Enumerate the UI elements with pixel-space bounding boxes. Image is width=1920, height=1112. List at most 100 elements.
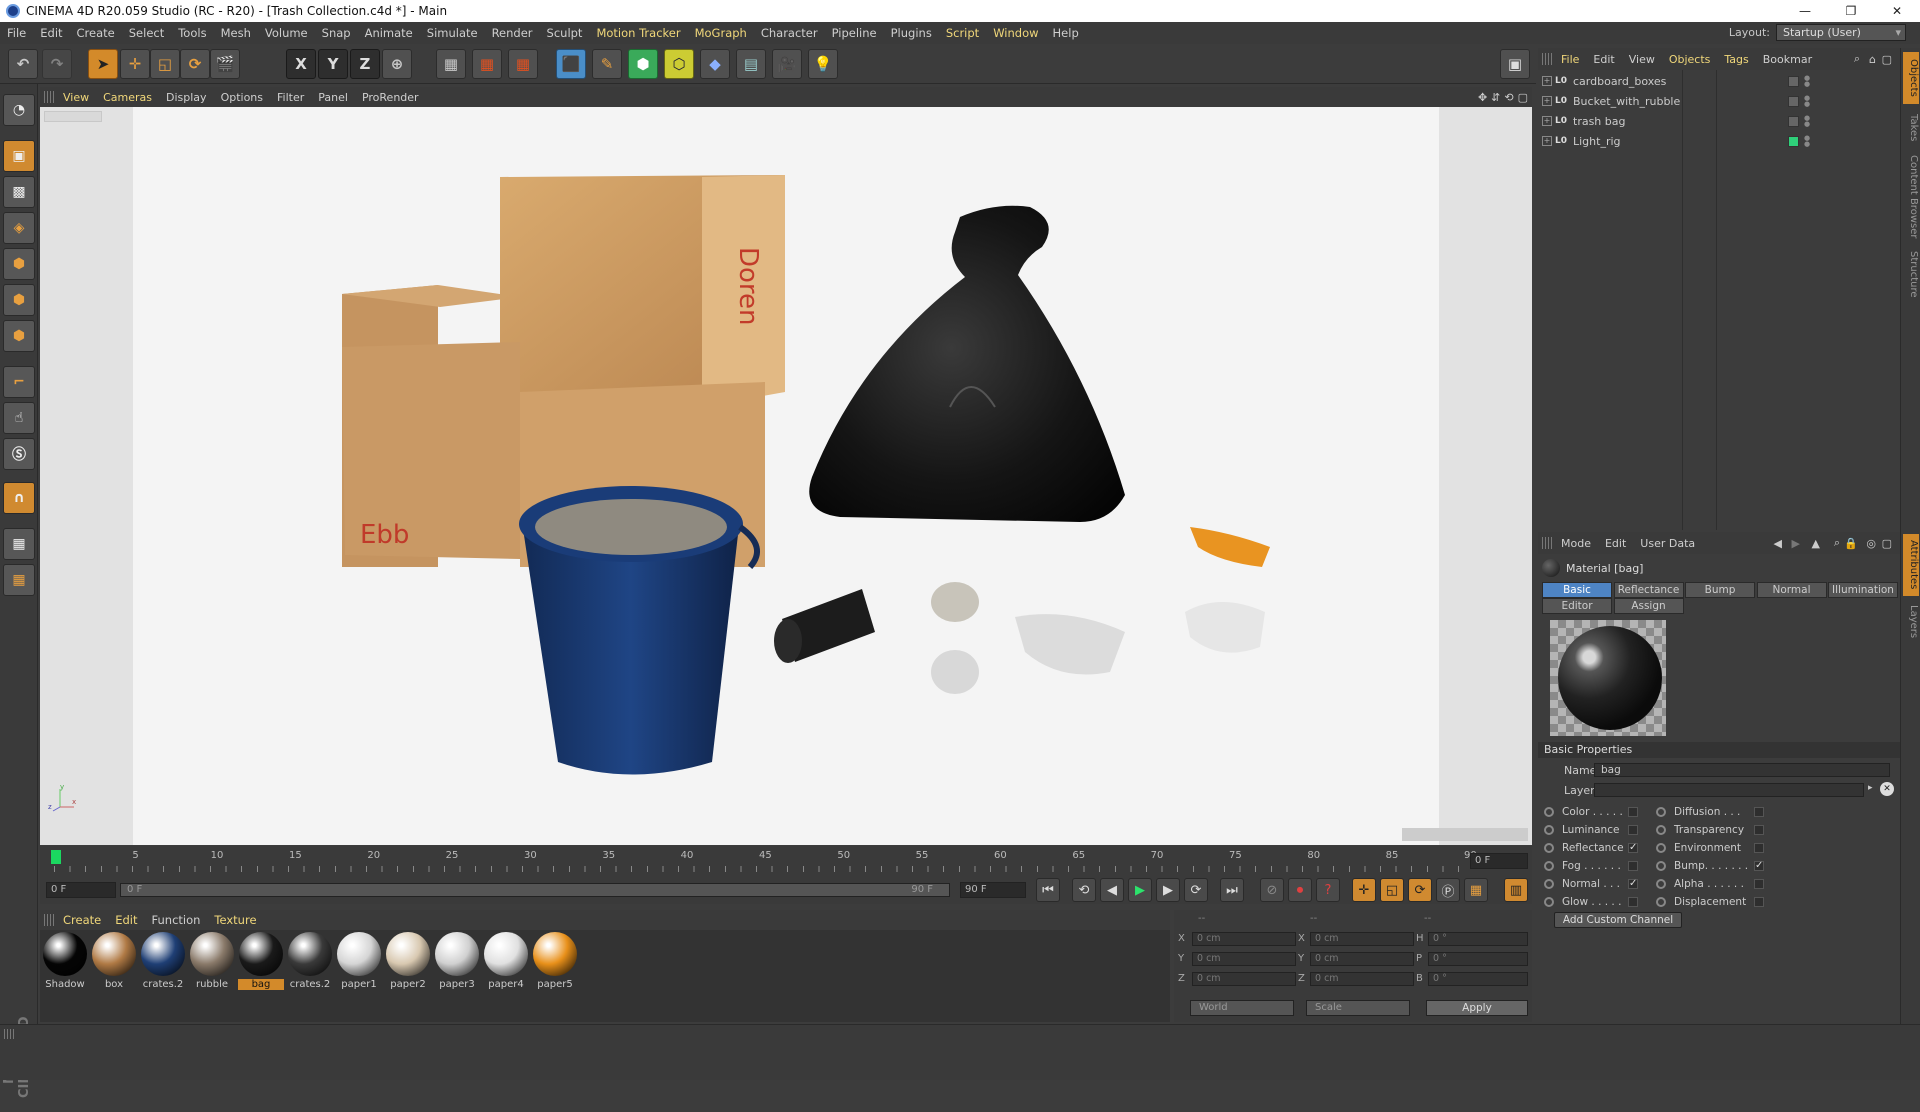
channel-radio[interactable]: Color . . . . . — [1544, 804, 1623, 820]
visibility-dots-icon[interactable]: ● ● — [1804, 135, 1810, 148]
menu-mesh[interactable]: Mesh — [214, 22, 258, 44]
cloner-icon[interactable]: ⬡ — [664, 49, 694, 79]
object-tag-icon[interactable] — [1788, 115, 1799, 127]
radio-icon[interactable] — [1544, 825, 1554, 835]
axis-mode-icon[interactable]: ⌐ — [3, 366, 35, 398]
menu-motion-tracker[interactable]: Motion Tracker — [589, 22, 687, 44]
go-to-start-icon[interactable]: ⏮ — [1036, 878, 1060, 902]
record-position-icon[interactable]: ✛ — [1352, 878, 1376, 902]
go-to-end-icon[interactable]: ⏭ — [1220, 878, 1244, 902]
object-menu-bookmar[interactable]: Bookmar — [1756, 53, 1819, 66]
attr-menu-mode[interactable]: Mode — [1554, 537, 1598, 550]
menu-sculpt[interactable]: Sculpt — [540, 22, 590, 44]
move-icon[interactable]: ✛ — [120, 49, 150, 79]
material-swatch[interactable]: paper5 — [532, 932, 578, 994]
radio-icon[interactable] — [1656, 807, 1666, 817]
coordinate-field[interactable]: 0 cm — [1192, 932, 1296, 946]
close-button[interactable]: ✕ — [1874, 0, 1920, 22]
keyframe-selection-icon[interactable]: ? — [1316, 878, 1340, 902]
material-preview[interactable] — [1550, 620, 1666, 736]
autokey-icon[interactable]: ⏺ — [1288, 878, 1312, 902]
previous-frame-icon[interactable]: ◀ — [1100, 878, 1124, 902]
pan-icon[interactable]: ✥ — [1478, 91, 1487, 104]
rotate-view-icon[interactable]: ⟲ — [1504, 91, 1513, 104]
radio-icon[interactable] — [1544, 843, 1554, 853]
tab-basic[interactable]: Basic — [1542, 582, 1612, 598]
edges-mode-icon[interactable]: ⬢ — [3, 284, 35, 316]
planar-workplane-icon[interactable]: ▦ — [3, 564, 35, 596]
record-pla-icon[interactable]: ▦ — [1464, 878, 1488, 902]
visibility-dots-icon[interactable]: ● ● — [1804, 75, 1810, 88]
attr-menu-edit[interactable]: Edit — [1598, 537, 1633, 550]
material-swatch[interactable]: crates.2 — [287, 932, 333, 994]
material-swatch[interactable]: paper2 — [385, 932, 431, 994]
scale-icon[interactable]: ◱ — [150, 49, 180, 79]
search-icon[interactable]: ⌕ — [1854, 52, 1860, 66]
coordinate-field[interactable]: 0 cm — [1192, 972, 1296, 986]
rotate-icon[interactable]: ⟳ — [180, 49, 210, 79]
new-panel-icon[interactable]: ▢ — [1882, 537, 1892, 550]
record-parameter-icon[interactable]: Ⓟ — [1436, 878, 1460, 902]
menu-mograph[interactable]: MoGraph — [688, 22, 754, 44]
viewport-menu-options[interactable]: Options — [214, 91, 270, 104]
material-swatch[interactable]: rubble — [189, 932, 235, 994]
coordinate-field[interactable]: 0 cm — [1192, 952, 1296, 966]
apply-button[interactable]: Apply — [1426, 1000, 1528, 1016]
radio-icon[interactable] — [1544, 879, 1554, 889]
radio-icon[interactable] — [1656, 861, 1666, 871]
render-view-icon[interactable]: ▦ — [436, 49, 466, 79]
make-editable-icon[interactable]: ◔ — [3, 94, 35, 126]
end-frame-field[interactable]: 90 F — [960, 882, 1026, 898]
menu-help[interactable]: Help — [1046, 22, 1086, 44]
channel-checkbox[interactable] — [1754, 897, 1764, 907]
next-key-icon[interactable]: ⟳ — [1184, 878, 1208, 902]
menu-window[interactable]: Window — [986, 22, 1045, 44]
tab-structure[interactable]: Structure — [1903, 246, 1919, 302]
timeline-ruler[interactable]: 051015202530354045505560657075808590 0 F — [40, 846, 1532, 876]
object-tag-icon[interactable] — [1788, 95, 1799, 107]
previous-key-icon[interactable]: ⟲ — [1072, 878, 1096, 902]
material-menu-create[interactable]: Create — [56, 913, 108, 927]
material-swatch[interactable]: paper1 — [336, 932, 382, 994]
channel-radio[interactable]: Bump. . . . . . . — [1656, 858, 1748, 874]
channel-checkbox[interactable] — [1628, 807, 1638, 817]
new-view-icon[interactable]: ▢ — [1882, 53, 1892, 66]
tab-takes[interactable]: Takes — [1903, 108, 1919, 148]
viewport-menu-display[interactable]: Display — [159, 91, 214, 104]
material-menu-edit[interactable]: Edit — [108, 913, 144, 927]
channel-radio[interactable]: Displacement — [1656, 894, 1746, 910]
record-scale-icon[interactable]: ◱ — [1380, 878, 1404, 902]
add-custom-channel-button[interactable]: Add Custom Channel — [1554, 912, 1682, 928]
material-swatch[interactable]: bag — [238, 932, 284, 994]
playhead[interactable] — [51, 850, 61, 864]
material-menu-function[interactable]: Function — [145, 913, 208, 927]
layer-field[interactable] — [1594, 783, 1864, 797]
texture-mode-icon[interactable]: ▩ — [3, 176, 35, 208]
subdivision-surface-icon[interactable]: ⬢ — [628, 49, 658, 79]
back-arrow-icon[interactable]: ◀ — [1774, 537, 1782, 550]
radio-icon[interactable] — [1656, 879, 1666, 889]
x-axis-button[interactable]: X — [286, 49, 316, 79]
coordinate-field[interactable]: 0 cm — [1310, 972, 1414, 986]
next-frame-icon[interactable]: ▶ — [1156, 878, 1180, 902]
channel-radio[interactable]: Normal . . . — [1544, 876, 1620, 892]
menu-tools[interactable]: Tools — [171, 22, 213, 44]
tab-content-browser[interactable]: Content Browser — [1903, 152, 1919, 242]
lock-icon[interactable]: 🔒 — [1844, 537, 1858, 550]
frame-ruler[interactable]: 051015202530354045505560657075808590 — [54, 850, 1477, 874]
layout-switch-icon[interactable]: ▣ — [1500, 49, 1530, 79]
radio-icon[interactable] — [1544, 861, 1554, 871]
channel-checkbox[interactable] — [1754, 843, 1764, 853]
y-axis-button[interactable]: Y — [318, 49, 348, 79]
name-field[interactable]: bag — [1594, 763, 1890, 777]
menu-plugins[interactable]: Plugins — [884, 22, 939, 44]
channel-checkbox[interactable] — [1628, 897, 1638, 907]
menu-pipeline[interactable]: Pipeline — [825, 22, 884, 44]
menu-edit[interactable]: Edit — [33, 22, 69, 44]
object-menu-tags[interactable]: Tags — [1717, 53, 1755, 66]
z-axis-button[interactable]: Z — [350, 49, 380, 79]
recent-tools-icon[interactable]: 🎬 — [210, 49, 240, 79]
minimize-button[interactable]: — — [1782, 0, 1828, 22]
material-swatch[interactable]: box — [91, 932, 137, 994]
model-mode-icon[interactable]: ▣ — [3, 140, 35, 172]
